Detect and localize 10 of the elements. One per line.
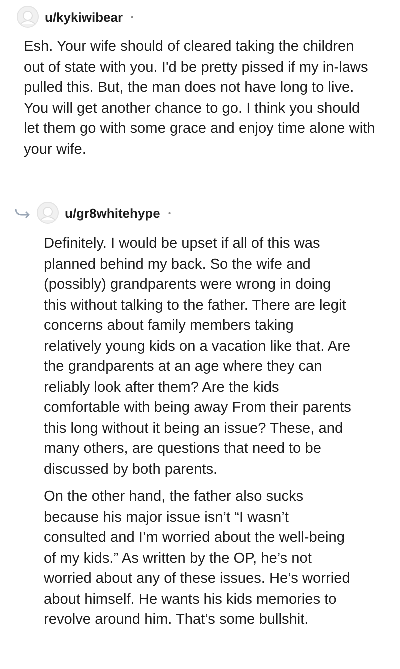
avatar-icon: [17, 6, 39, 28]
reply-arrow-icon: [15, 208, 31, 218]
separator-dot: •: [131, 12, 134, 22]
avatar-icon: [37, 202, 59, 224]
comment-text: Definitely. I would be upset if all of this was planned behind my back. So the wife and (possibly) grandparents were wrong in doing this without talking to the father. There are legit concerns about family members taking relatively young kids on a vacation like that. Are the grandparents at an age where they can reliably look after them? Are the kids comfortable with being away From their parents this long without it being an issue? These, and many others, are questions that need to be discussed by both parents.: [44, 235, 352, 480]
comment-text: On the other hand, the father also sucks because his major issue isn’t “I wasn’t consulted and I’m worried about the well-being of my kids.” As written by the OP, he’s not worried about any of these issues. He’s worried about himself. He wants his kids memories to revolve around him. That’s some bullshit.: [44, 488, 352, 630]
username-link[interactable]: u/kykiwibear: [45, 10, 124, 24]
separator-dot: •: [168, 208, 172, 218]
username-link[interactable]: u/gr8whitehype: [65, 206, 160, 220]
comment-text: Esh. Your wife should of cleared taking the children out of state with you. I'd be pretty pissed if my in-laws pulled this. But, the man does not have long to live. You will get another chance to go. I think you should let them go with some grace and enjoy time alone with your wife.: [24, 38, 376, 160]
